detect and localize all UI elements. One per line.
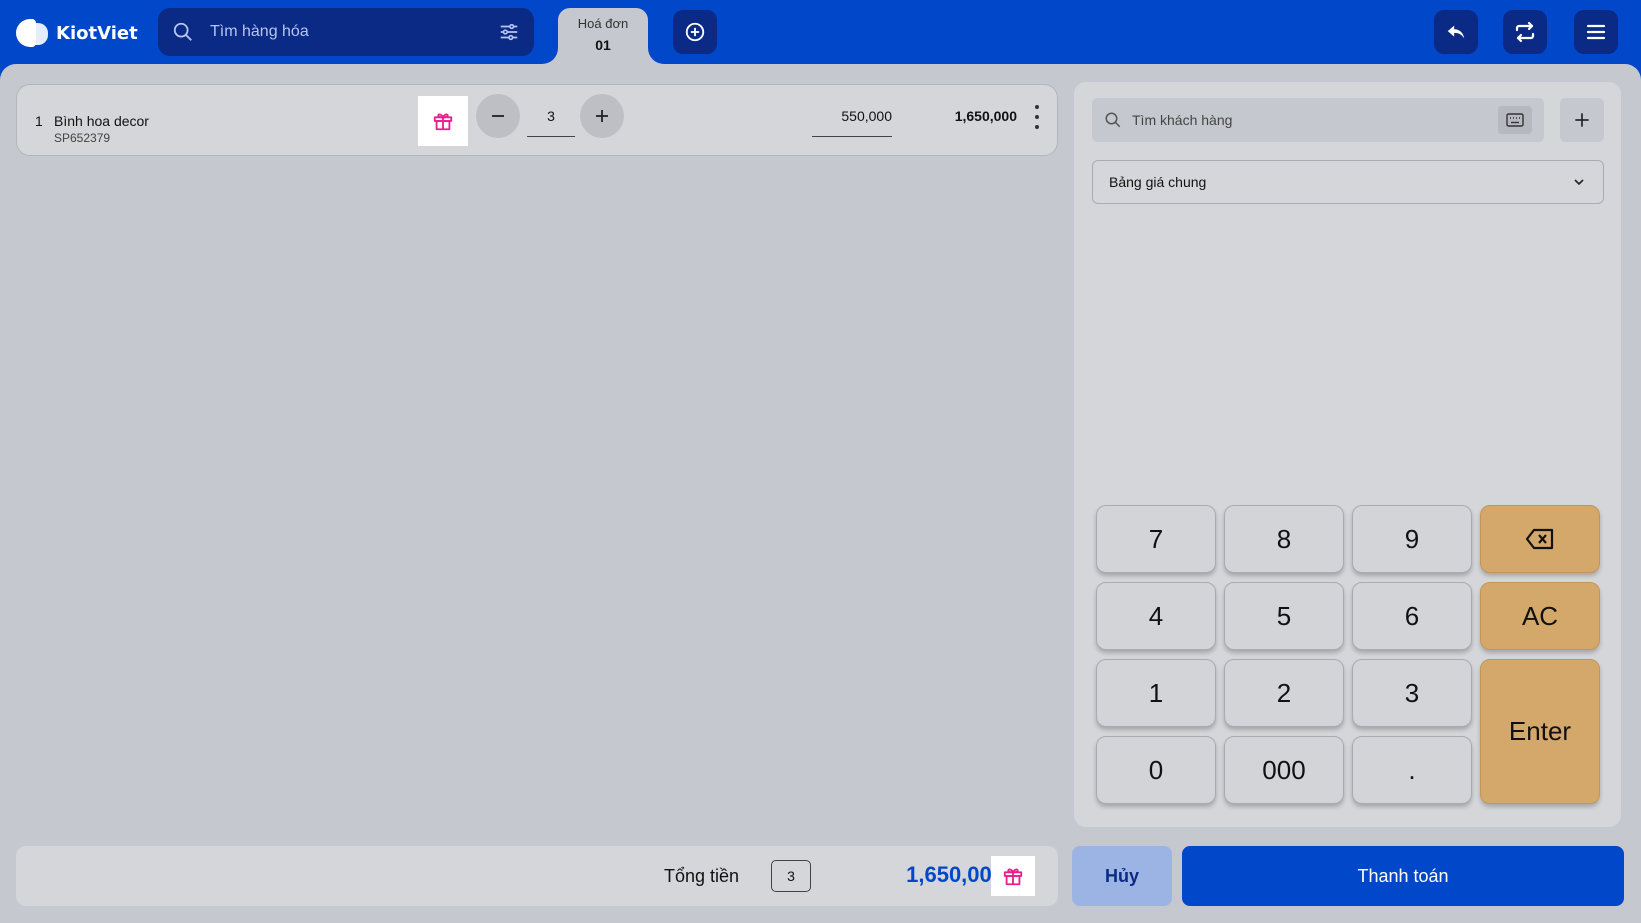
cart-line-item: 1 Bình hoa decor SP652379 3 550,000 1,65… <box>16 84 1058 156</box>
gift-icon <box>1003 868 1023 886</box>
logo: KiotViet <box>16 16 138 50</box>
keypad-clear[interactable]: AC <box>1480 582 1600 650</box>
line-total: 1,650,000 <box>954 108 1017 124</box>
quantity-input[interactable]: 3 <box>527 95 575 137</box>
logo-mark-icon <box>16 17 50 49</box>
undo-button[interactable] <box>1434 10 1478 54</box>
total-amount: 1,650,000 <box>906 862 1004 887</box>
product-code: SP652379 <box>54 131 111 145</box>
gift-icon <box>433 113 453 131</box>
cancel-button[interactable]: Hủy <box>1072 846 1172 906</box>
undo-icon <box>1447 25 1465 39</box>
more-icon[interactable] <box>1033 105 1041 129</box>
pay-button[interactable]: Thanh toán <box>1182 846 1624 906</box>
product-search[interactable]: Tìm hàng hóa <box>158 8 534 56</box>
search-icon <box>1105 112 1121 128</box>
add-customer-button[interactable] <box>1560 98 1604 142</box>
keypad-enter[interactable]: Enter <box>1480 659 1600 804</box>
keypad-backspace[interactable] <box>1480 505 1600 573</box>
gift-button[interactable] <box>418 96 468 146</box>
keypad-4[interactable]: 4 <box>1096 582 1216 650</box>
top-bar: KiotViet Tìm hàng hóa Hoá đơn 01 <box>0 0 1641 64</box>
plus-icon <box>596 110 608 122</box>
keypad-2[interactable]: 2 <box>1224 659 1344 727</box>
main-area: 1 Bình hoa decor SP652379 3 550,000 1,65… <box>0 64 1641 923</box>
tab-invoice-label: Hoá đơn <box>577 16 629 31</box>
menu-button[interactable] <box>1574 10 1618 54</box>
increase-quantity-button[interactable] <box>580 94 624 138</box>
keypad-decimal[interactable]: . <box>1352 736 1472 804</box>
tab-invoice[interactable]: Hoá đơn 01 <box>558 8 648 64</box>
total-quantity-badge: 3 <box>771 860 811 892</box>
customer-search[interactable]: Tìm khách hàng <box>1092 98 1544 142</box>
order-gift-button[interactable] <box>991 856 1035 896</box>
keyboard-icon[interactable] <box>1498 106 1532 134</box>
sync-icon <box>1515 21 1535 43</box>
keypad-7[interactable]: 7 <box>1096 505 1216 573</box>
minus-icon <box>492 115 504 117</box>
filter-icon[interactable] <box>498 21 520 43</box>
keypad-5[interactable]: 5 <box>1224 582 1344 650</box>
add-customer-icon <box>1575 113 1589 127</box>
keypad-8[interactable]: 8 <box>1224 505 1344 573</box>
product-name: Bình hoa decor <box>54 113 149 129</box>
chevron-down-icon <box>1574 179 1584 186</box>
sync-button[interactable] <box>1503 10 1547 54</box>
menu-icon <box>1586 24 1606 40</box>
keypad-0[interactable]: 0 <box>1096 736 1216 804</box>
unit-price-input[interactable]: 550,000 <box>812 95 892 137</box>
customer-panel: Tìm khách hàng Bảng giá chung 7 8 9 4 5 … <box>1074 82 1621 827</box>
keypad-000[interactable]: 000 <box>1224 736 1344 804</box>
order-summary: Tổng tiền 3 1,650,000 <box>16 846 1058 906</box>
add-tab-icon <box>685 22 705 42</box>
line-index: 1 <box>35 113 43 129</box>
customer-search-placeholder: Tìm khách hàng <box>1132 112 1233 128</box>
keypad-9[interactable]: 9 <box>1352 505 1472 573</box>
keypad-3[interactable]: 3 <box>1352 659 1472 727</box>
total-label: Tổng tiền <box>664 866 740 886</box>
brand-name: KiotViet <box>56 22 138 44</box>
keypad-6[interactable]: 6 <box>1352 582 1472 650</box>
backspace-icon <box>1525 528 1554 550</box>
search-icon <box>173 22 192 41</box>
product-search-placeholder: Tìm hàng hóa <box>210 23 309 40</box>
add-tab-button[interactable] <box>673 10 717 54</box>
keypad-1[interactable]: 1 <box>1096 659 1216 727</box>
price-list-select[interactable]: Bảng giá chung <box>1092 160 1604 204</box>
decrease-quantity-button[interactable] <box>476 94 520 138</box>
tab-invoice-number: 01 <box>595 37 611 53</box>
price-list-value: Bảng giá chung <box>1109 174 1207 190</box>
